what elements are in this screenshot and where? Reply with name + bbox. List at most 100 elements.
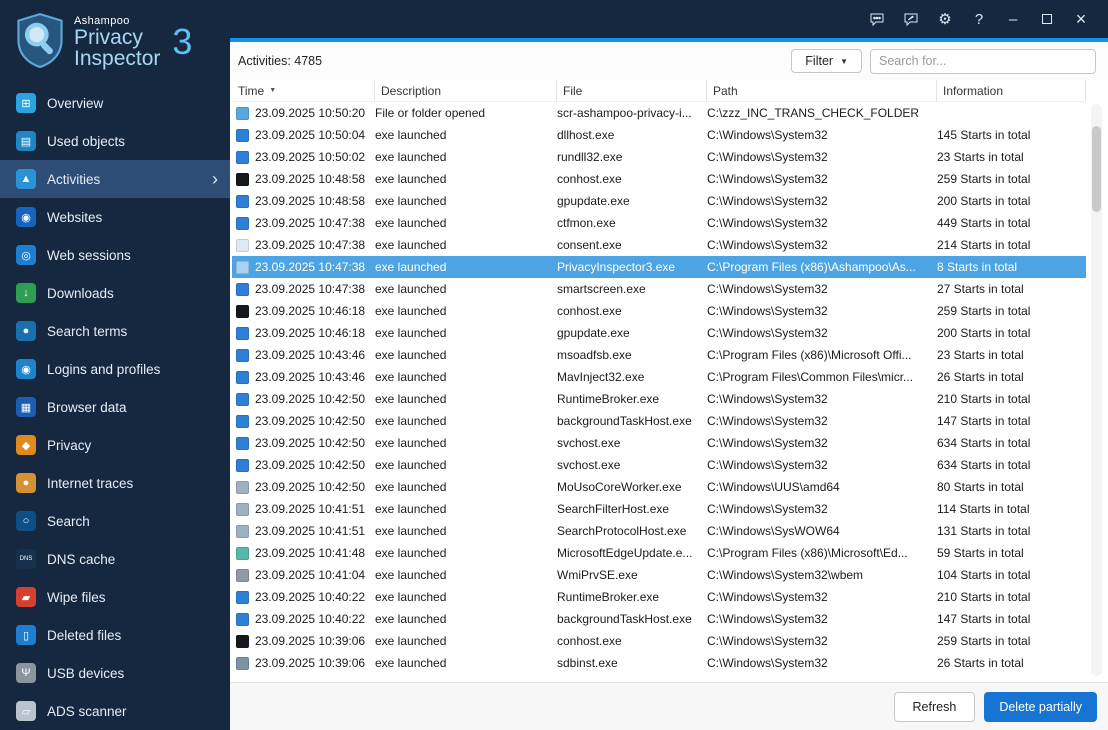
column-header-time[interactable]: Time ▼ [232, 80, 375, 101]
cell-time: 23.09.2025 10:43:46 [255, 348, 366, 362]
cell-path: C:\Windows\System32 [707, 326, 828, 340]
scrollbar-thumb[interactable] [1092, 126, 1101, 212]
table-row[interactable]: 23.09.2025 10:40:22 exe launched Runtime… [232, 586, 1086, 608]
sidebar-item-wipe-files[interactable]: ▰ Wipe files › [0, 578, 230, 616]
cell-path: C:\Windows\System32 [707, 128, 828, 142]
feedback-bubble-icon[interactable] [860, 4, 894, 34]
sidebar-item-label: Wipe files [47, 589, 106, 605]
sidebar-item-logins-and-profiles[interactable]: ◉ Logins and profiles › [0, 350, 230, 388]
cell-path: C:\Program Files (x86)\Ashampoo\As... [707, 260, 916, 274]
table-row[interactable]: 23.09.2025 10:43:46 exe launched MavInje… [232, 366, 1086, 388]
table-row[interactable]: 23.09.2025 10:39:06 exe launched conhost… [232, 630, 1086, 652]
table-row[interactable]: 23.09.2025 10:42:50 exe launched backgro… [232, 410, 1086, 432]
sidebar-item-dns-cache[interactable]: DNS DNS cache › [0, 540, 230, 578]
table-row[interactable]: 23.09.2025 10:50:04 exe launched dllhost… [232, 124, 1086, 146]
cell-information: 200 Starts in total [937, 326, 1031, 340]
file-type-icon [236, 414, 249, 428]
sidebar-item-web-sessions[interactable]: ◎ Web sessions › [0, 236, 230, 274]
table-row[interactable]: 23.09.2025 10:50:02 exe launched rundll3… [232, 146, 1086, 168]
table-row[interactable]: 23.09.2025 10:41:48 exe launched Microso… [232, 542, 1086, 564]
filter-button[interactable]: Filter ▼ [791, 49, 862, 73]
cell-time: 23.09.2025 10:48:58 [255, 194, 366, 208]
sidebar-item-websites[interactable]: ◉ Websites › [0, 198, 230, 236]
cell-path: C:\Windows\System32 [707, 304, 828, 318]
table-row[interactable]: 23.09.2025 10:47:38 exe launched consent… [232, 234, 1086, 256]
table-row[interactable]: 23.09.2025 10:50:20 File or folder opene… [232, 102, 1086, 124]
column-header-label: Description [381, 83, 442, 98]
cell-time: 23.09.2025 10:39:06 [255, 656, 366, 670]
cell-information: 200 Starts in total [937, 194, 1031, 208]
settings-gear-icon[interactable]: ⚙ [928, 4, 962, 34]
table-row[interactable]: 23.09.2025 10:47:38 exe launched ctfmon.… [232, 212, 1086, 234]
sidebar-item-label: Deleted files [47, 627, 122, 643]
wipe-files-icon: ▰ [16, 587, 36, 607]
sidebar-item-used-objects[interactable]: ▤ Used objects › [0, 122, 230, 160]
table-row[interactable]: 23.09.2025 10:48:58 exe launched conhost… [232, 168, 1086, 190]
notes-bubble-icon[interactable] [894, 4, 928, 34]
sidebar-item-search-terms[interactable]: ● Search terms › [0, 312, 230, 350]
table-row[interactable]: 23.09.2025 10:43:46 exe launched msoadfs… [232, 344, 1086, 366]
table-row[interactable]: 23.09.2025 10:42:50 exe launched MoUsoCo… [232, 476, 1086, 498]
sidebar-item-deleted-files[interactable]: ▯ Deleted files › [0, 616, 230, 654]
cell-information: 26 Starts in total [937, 656, 1024, 670]
sidebar-item-ads-scanner[interactable]: ▱ ADS scanner › [0, 692, 230, 730]
cell-file: dllhost.exe [557, 128, 615, 142]
sidebar-item-label: Used objects [47, 133, 126, 149]
sidebar-item-internet-traces[interactable]: ● Internet traces › [0, 464, 230, 502]
cell-time: 23.09.2025 10:50:02 [255, 150, 366, 164]
table-row[interactable]: 23.09.2025 10:46:18 exe launched gpupdat… [232, 322, 1086, 344]
table-row[interactable]: 23.09.2025 10:42:50 exe launched Runtime… [232, 388, 1086, 410]
table-row[interactable]: 23.09.2025 10:41:51 exe launched SearchF… [232, 498, 1086, 520]
file-type-icon [236, 568, 249, 582]
cell-information: 147 Starts in total [937, 612, 1031, 626]
table-row[interactable]: 23.09.2025 10:40:22 exe launched backgro… [232, 608, 1086, 630]
cell-file: PrivacyInspector3.exe [557, 260, 676, 274]
cell-description: exe launched [375, 634, 447, 648]
table-row[interactable]: 23.09.2025 10:47:38 exe launched Privacy… [232, 256, 1086, 278]
sidebar-item-downloads[interactable]: ↓ Downloads › [0, 274, 230, 312]
refresh-button[interactable]: Refresh [893, 691, 976, 722]
cell-information: 145 Starts in total [937, 128, 1031, 142]
table-row[interactable]: 23.09.2025 10:39:06 exe launched sdbinst… [232, 652, 1086, 674]
column-header-description[interactable]: Description [375, 80, 557, 101]
minimize-icon[interactable]: – [996, 4, 1030, 34]
search-input[interactable] [870, 48, 1096, 74]
table-row[interactable]: 23.09.2025 10:42:50 exe launched svchost… [232, 454, 1086, 476]
help-icon[interactable]: ? [962, 4, 996, 34]
activities-count-label: Activities: 4785 [238, 54, 323, 68]
sidebar-item-usb-devices[interactable]: Ψ USB devices › [0, 654, 230, 692]
cell-description: exe launched [375, 458, 447, 472]
column-header-file[interactable]: File [557, 80, 707, 101]
file-type-icon [236, 282, 249, 296]
sidebar-nav: ⊞ Overview › ▤ Used objects › ▲ Activiti… [0, 84, 230, 730]
column-header-path[interactable]: Path [707, 80, 937, 101]
table-row[interactable]: 23.09.2025 10:41:04 exe launched WmiPrvS… [232, 564, 1086, 586]
maximize-icon[interactable] [1030, 4, 1064, 34]
cell-time: 23.09.2025 10:40:22 [255, 612, 366, 626]
cell-path: C:\Windows\System32\wbem [707, 568, 864, 582]
used-objects-icon: ▤ [16, 131, 36, 151]
usb-devices-icon: Ψ [16, 663, 36, 683]
cell-description: exe launched [375, 590, 447, 604]
cell-time: 23.09.2025 10:41:48 [255, 546, 366, 560]
cell-description: exe launched [375, 370, 447, 384]
table-row[interactable]: 23.09.2025 10:41:51 exe launched SearchP… [232, 520, 1086, 542]
delete-partially-button[interactable]: Delete partially [984, 691, 1097, 722]
sidebar-item-privacy[interactable]: ◆ Privacy › [0, 426, 230, 464]
table-row[interactable]: 23.09.2025 10:47:38 exe launched smartsc… [232, 278, 1086, 300]
sidebar-item-search[interactable]: ○ Search › [0, 502, 230, 540]
cell-path: C:\Windows\System32 [707, 392, 828, 406]
table-row[interactable]: 23.09.2025 10:46:18 exe launched conhost… [232, 300, 1086, 322]
vertical-scrollbar[interactable] [1091, 104, 1102, 676]
sidebar-item-browser-data[interactable]: ▦ Browser data › [0, 388, 230, 426]
sidebar-item-label: Downloads [47, 285, 114, 301]
sidebar-item-overview[interactable]: ⊞ Overview › [0, 84, 230, 122]
table-row[interactable]: 23.09.2025 10:48:58 exe launched gpupdat… [232, 190, 1086, 212]
cell-file: ctfmon.exe [557, 216, 616, 230]
column-header-information[interactable]: Information [937, 80, 1086, 101]
column-header-label: Time [238, 83, 265, 98]
sidebar-item-activities[interactable]: ▲ Activities › [0, 160, 230, 198]
activities-table: Time ▼ Description File Path Information… [232, 80, 1086, 674]
table-row[interactable]: 23.09.2025 10:42:50 exe launched svchost… [232, 432, 1086, 454]
close-icon[interactable]: × [1064, 4, 1098, 34]
